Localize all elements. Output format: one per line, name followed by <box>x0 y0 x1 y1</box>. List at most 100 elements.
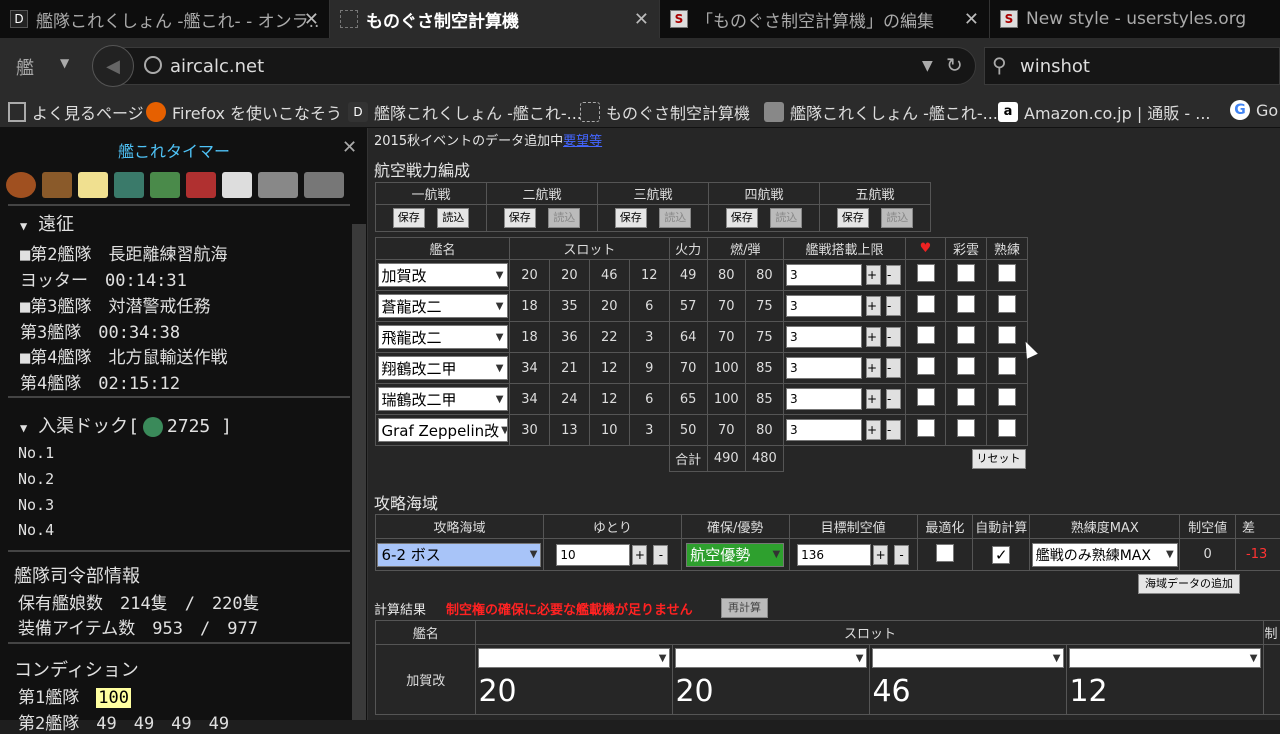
save-button[interactable]: 保存 <box>836 208 869 228</box>
skill-checkbox[interactable] <box>998 357 1016 375</box>
bookmark-item[interactable]: Firefox を使いこなそう <box>146 100 342 124</box>
url-text[interactable]: aircalc.net <box>170 56 264 77</box>
plane-select[interactable]: ▼ <box>478 648 671 668</box>
ship-select[interactable]: 加賀改 ▼ <box>377 263 508 287</box>
load-button[interactable]: 読込 <box>659 208 692 228</box>
skill-checkbox[interactable] <box>998 388 1016 406</box>
close-icon[interactable]: ✕ <box>634 9 649 30</box>
load-button[interactable]: 読込 <box>770 208 803 228</box>
heart-checkbox[interactable] <box>916 326 935 344</box>
plane-select[interactable]: ▼ <box>675 648 868 668</box>
area-select[interactable]: 6-2 ボス ▼ <box>377 542 542 567</box>
optimize-checkbox[interactable] <box>935 543 954 562</box>
auto-calc-checkbox[interactable]: ✓ <box>992 545 1011 564</box>
site-info-icon[interactable] <box>144 56 162 74</box>
save-button[interactable]: 保存 <box>392 208 425 228</box>
back-button[interactable]: ◀ <box>92 45 134 87</box>
save-button[interactable]: 保存 <box>614 208 647 228</box>
plus-button[interactable]: + <box>873 544 889 565</box>
calendar-icon[interactable] <box>222 172 252 198</box>
heart-checkbox[interactable] <box>916 357 935 375</box>
expedition-header[interactable]: ▼ 遠征 <box>20 210 74 236</box>
minus-button[interactable]: - <box>886 296 901 316</box>
load-button[interactable]: 読込 <box>881 208 914 228</box>
ship-select[interactable]: 飛龍改二 ▼ <box>377 325 508 349</box>
chevron-down-icon[interactable]: ▼ <box>60 56 69 70</box>
bookmark-item[interactable]: ものぐさ制空計算機 <box>580 100 750 124</box>
target-air-input[interactable]: 136 <box>797 543 872 566</box>
plus-button[interactable]: + <box>866 265 881 285</box>
minus-button[interactable]: - <box>894 544 910 565</box>
heart-checkbox[interactable] <box>916 388 935 406</box>
add-area-button[interactable]: 海域データの追加 <box>1138 574 1240 594</box>
minus-button[interactable]: - <box>886 358 901 378</box>
reload-icon[interactable]: ↻ <box>946 53 963 77</box>
ship-select[interactable]: 蒼龍改二 ▼ <box>377 294 508 318</box>
tab-newstyle[interactable]: S New style - userstyles.org <box>990 0 1280 38</box>
saiun-checkbox[interactable] <box>957 264 975 282</box>
minus-button[interactable]: - <box>886 389 901 409</box>
reset-button[interactable]: リセット <box>971 448 1026 469</box>
plus-button[interactable]: + <box>866 327 881 347</box>
tab-edit[interactable]: S 「ものぐさ制空計算機」の編集 ✕ <box>660 0 990 38</box>
skill-max-select[interactable]: 艦戦のみ熟練MAX ▼ <box>1031 542 1178 567</box>
minus-button[interactable]: - <box>886 420 901 440</box>
skill-checkbox[interactable] <box>998 326 1016 344</box>
limit-input[interactable]: 3 <box>786 264 862 286</box>
saiun-checkbox[interactable] <box>957 357 975 375</box>
limit-input[interactable]: 3 <box>786 388 862 410</box>
briefcase-icon[interactable] <box>42 172 72 198</box>
chart-icon[interactable] <box>114 172 144 198</box>
bookmark-item[interactable]: a Amazon.co.jp | 通販 - ... <box>998 100 1211 124</box>
plus-button[interactable]: + <box>866 389 881 409</box>
heart-checkbox[interactable] <box>916 264 935 282</box>
minus-button[interactable]: - <box>886 327 901 347</box>
sidebar-scrollbar[interactable] <box>352 224 366 720</box>
ship-icon[interactable] <box>186 172 216 198</box>
dock-header[interactable]: ▼ 入渠ドック[2725 ] <box>20 412 232 438</box>
notepad-icon[interactable] <box>78 172 108 198</box>
clock-icon[interactable] <box>6 172 36 198</box>
load-button[interactable]: 読込 <box>437 208 470 228</box>
margin-input[interactable]: 10 <box>556 543 631 566</box>
saiun-checkbox[interactable] <box>957 295 975 313</box>
save-button[interactable]: 保存 <box>503 208 536 228</box>
search-text[interactable]: winshot <box>1020 56 1090 77</box>
skill-checkbox[interactable] <box>998 264 1016 282</box>
heart-checkbox[interactable] <box>916 419 935 437</box>
close-icon[interactable]: ✕ <box>964 9 979 30</box>
ship-select[interactable]: 翔鶴改二甲 ▼ <box>377 356 508 380</box>
bookmark-item[interactable]: よく見るページ <box>8 100 144 124</box>
ship-select[interactable]: 瑞鶴改二甲 ▼ <box>377 387 508 411</box>
plane-select[interactable]: ▼ <box>1069 648 1262 668</box>
bookmark-item[interactable]: G Go <box>1230 100 1278 120</box>
plus-button[interactable]: + <box>866 420 881 440</box>
saiun-checkbox[interactable] <box>957 388 975 406</box>
plus-button[interactable]: + <box>866 358 881 378</box>
dropdown-icon[interactable]: ▼ <box>922 58 933 74</box>
minus-button[interactable]: - <box>886 265 901 285</box>
bookmark-item[interactable]: D 艦隊これくしょん -艦これ-... <box>348 100 582 124</box>
plane-select[interactable]: ▼ <box>872 648 1065 668</box>
close-icon[interactable]: ✕ <box>304 9 319 30</box>
limit-input[interactable]: 3 <box>786 295 862 317</box>
request-link[interactable]: 要望等 <box>563 134 602 149</box>
tab-aircalc[interactable]: ものぐさ制空計算機 ✕ <box>330 0 660 38</box>
toolbar-app-icon[interactable]: 艦 <box>16 54 34 80</box>
tab-kancolle[interactable]: D 艦隊これくしょん -艦これ- - オンラ... ✕ <box>0 0 330 38</box>
save-button[interactable]: 保存 <box>725 208 758 228</box>
wrench-icon[interactable] <box>304 172 344 198</box>
recalc-button[interactable]: 再計算 <box>721 598 768 618</box>
minus-button[interactable]: - <box>653 544 669 565</box>
camera-icon[interactable] <box>258 172 298 198</box>
limit-input[interactable]: 3 <box>786 326 862 348</box>
limit-input[interactable]: 3 <box>786 419 862 441</box>
image-icon[interactable] <box>150 172 180 198</box>
bookmark-item[interactable]: 艦隊これくしょん -艦これ-... <box>764 100 998 124</box>
air-state-select[interactable]: 航空優勢 ▼ <box>686 542 785 567</box>
load-button[interactable]: 読込 <box>548 208 581 228</box>
ship-select[interactable]: Graf Zeppelin改▼ <box>377 418 508 442</box>
close-icon[interactable]: ✕ <box>342 137 357 158</box>
skill-checkbox[interactable] <box>998 295 1016 313</box>
saiun-checkbox[interactable] <box>957 326 975 344</box>
